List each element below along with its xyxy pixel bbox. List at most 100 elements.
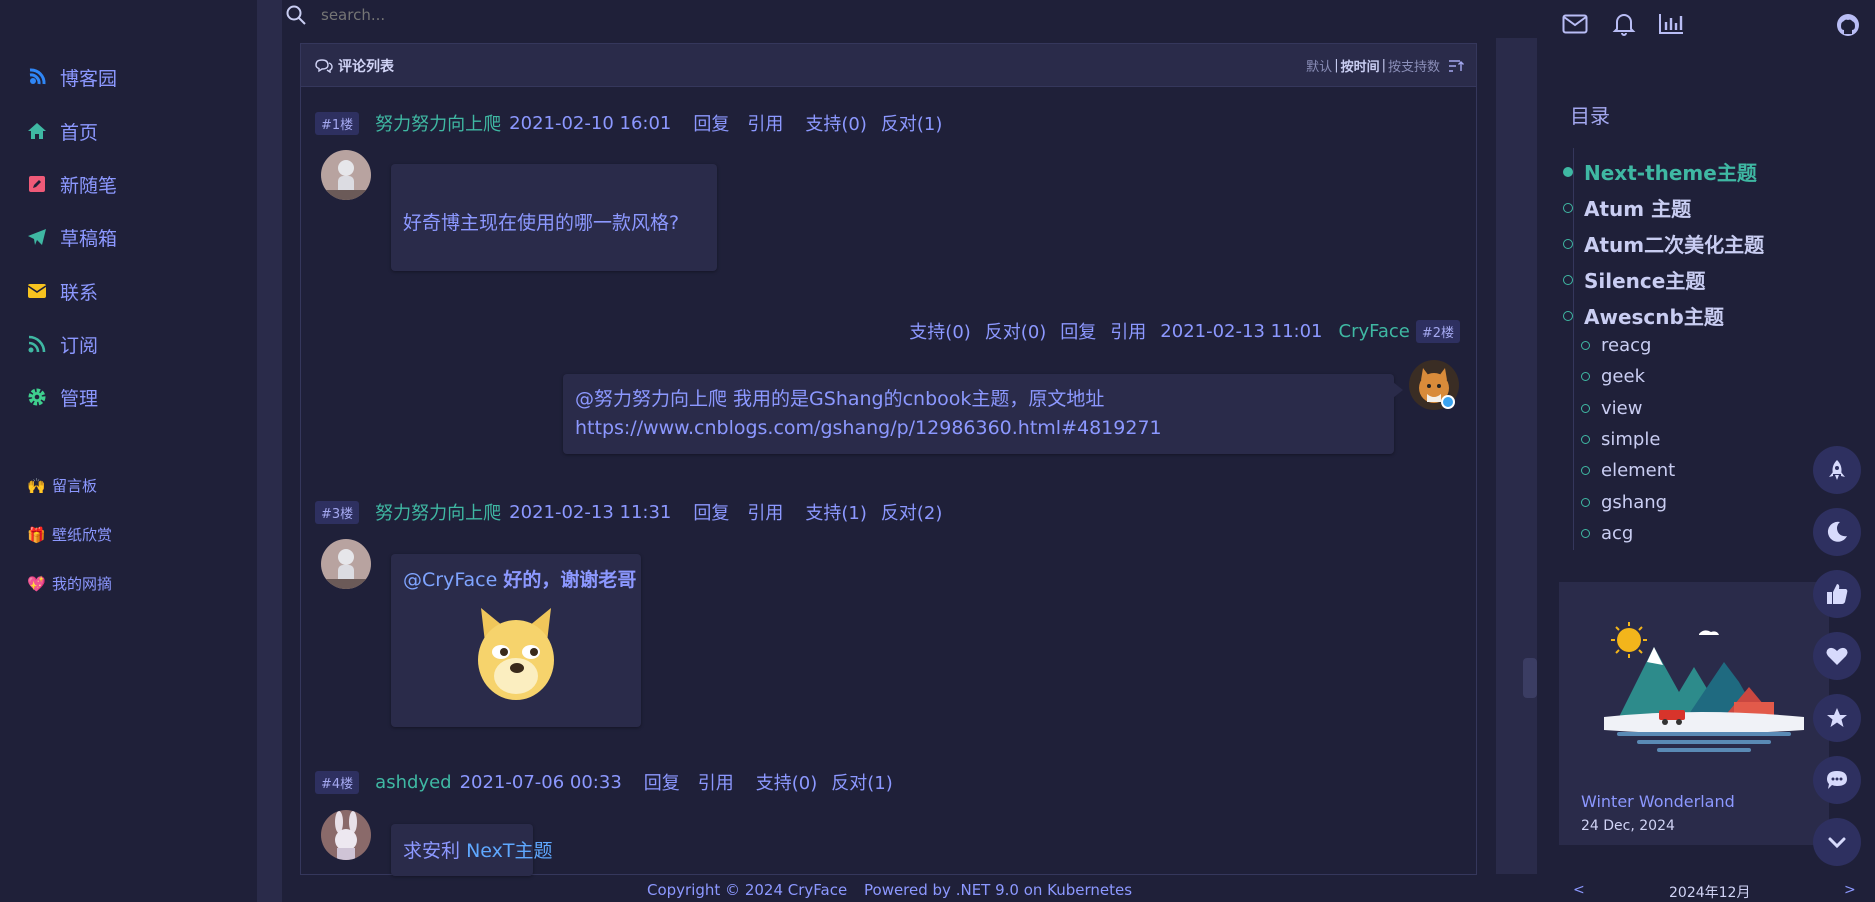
doge-emoji-icon <box>478 608 554 700</box>
sidebar-item-blog[interactable]: 博客园 <box>26 62 117 92</box>
comment-button[interactable] <box>1813 756 1861 804</box>
oppose-link[interactable]: 反对(0) <box>985 318 1047 344</box>
sort-icon[interactable] <box>1448 59 1464 73</box>
search-bar[interactable] <box>285 0 621 30</box>
toc-item[interactable]: Silence主题 <box>1563 265 1705 294</box>
avatar[interactable] <box>321 810 371 860</box>
blog-icon <box>26 66 48 88</box>
sidebar-item-label: 管理 <box>60 387 99 410</box>
search-input[interactable] <box>321 6 621 24</box>
support-link[interactable]: 支持(0) <box>909 318 971 344</box>
mail-icon[interactable] <box>1562 14 1588 34</box>
reply-link[interactable]: 回复 <box>693 110 729 136</box>
sidebar-item-new-post[interactable]: 新随笔 <box>26 169 117 199</box>
thumbs-up-icon <box>1827 584 1848 604</box>
sort-by-support[interactable]: 按支持数 <box>1388 56 1440 75</box>
reply-link[interactable]: 回复 <box>1060 318 1096 344</box>
oppose-link[interactable]: 反对(1) <box>831 769 893 795</box>
bell-icon[interactable] <box>1612 12 1636 36</box>
toc-item-label: Next-theme主题 <box>1584 161 1757 185</box>
avatar[interactable] <box>321 150 371 200</box>
sidebar-item-home[interactable]: 首页 <box>26 116 98 146</box>
support-link[interactable]: 支持(1) <box>805 499 867 525</box>
oppose-link[interactable]: 反对(2) <box>881 499 943 525</box>
toc-subitem[interactable]: acg <box>1581 523 1633 544</box>
quote-link[interactable]: 引用 <box>698 769 734 795</box>
comment-author[interactable]: 努力努力向上爬 <box>375 499 501 525</box>
toc-item[interactable]: Atum 主题 <box>1563 193 1691 222</box>
sidebar-item-subscribe[interactable]: 订阅 <box>26 329 98 359</box>
toc-item-label: Atum二次美化主题 <box>1584 233 1765 257</box>
comment-meta: #3楼 努力努力向上爬 2021-02-13 11:31 回复 引用 支持(1)… <box>315 499 942 525</box>
back-to-top-button[interactable] <box>1813 446 1861 494</box>
toc-subitem[interactable]: geek <box>1581 366 1645 387</box>
sort-by-time[interactable]: 按时间 <box>1341 56 1380 75</box>
floor-badge: #3楼 <box>315 500 360 524</box>
toc-subitem[interactable]: gshang <box>1581 492 1667 513</box>
reply-link[interactable]: 回复 <box>644 769 680 795</box>
calendar-prev-button[interactable]: < <box>1573 882 1585 898</box>
oppose-link[interactable]: 反对(1) <box>881 110 943 136</box>
calendar-next-button[interactable]: > <box>1844 882 1856 898</box>
rocket-icon <box>1829 460 1845 480</box>
sidebar-item-label: 订阅 <box>60 334 99 357</box>
bubble-arrow <box>1393 382 1403 398</box>
comment-text: 求安利 <box>403 840 461 862</box>
support-link[interactable]: 支持(0) <box>805 110 867 136</box>
toc-item[interactable]: Next-theme主题 <box>1563 157 1757 186</box>
reply-link[interactable]: 回复 <box>693 499 729 525</box>
sidebar-item-label: 博客园 <box>60 67 118 90</box>
support-link[interactable]: 支持(0) <box>756 769 818 795</box>
comment-header-title: 评论列表 <box>338 59 394 75</box>
chart-icon[interactable] <box>1658 13 1684 35</box>
toc-item[interactable]: Awescnb主题 <box>1563 301 1724 330</box>
quote-link[interactable]: 引用 <box>747 110 783 136</box>
toc-item-label: Silence主题 <box>1584 269 1706 293</box>
floor-badge: #1楼 <box>315 111 360 135</box>
toc-subitem[interactable]: element <box>1581 460 1675 481</box>
like-button[interactable] <box>1813 570 1861 618</box>
quote-link[interactable]: 引用 <box>747 499 783 525</box>
sidebar-item-bookmarks[interactable]: 💖 我的网摘 <box>27 573 112 594</box>
sidebar-item-drafts[interactable]: 草稿箱 <box>26 222 117 252</box>
sidebar-item-contact[interactable]: 联系 <box>26 276 98 306</box>
winter-card[interactable]: Winter Wonderland 24 Dec, 2024 <box>1559 582 1829 845</box>
toc-title: 目录 <box>1570 104 1610 128</box>
sort-default[interactable]: 默认 <box>1306 56 1332 75</box>
comment-mention[interactable]: @CryFace <box>403 569 497 591</box>
toc-item-label: Atum 主题 <box>1584 197 1692 221</box>
scrollbar-thumb[interactable] <box>1523 658 1537 698</box>
toc-subitem[interactable]: view <box>1581 398 1642 419</box>
winter-illustration-icon <box>1604 622 1804 752</box>
dark-mode-button[interactable] <box>1813 508 1861 556</box>
footer: Copyright © 2024 CryFace Powered by .NET… <box>647 881 1132 899</box>
sidebar-item-guestbook[interactable]: 🙌 留言板 <box>27 475 97 496</box>
comment-author[interactable]: 努力努力向上爬 <box>375 110 501 136</box>
github-icon[interactable] <box>1836 13 1860 37</box>
sidebar-item-label: 留言板 <box>52 477 98 495</box>
quote-link[interactable]: 引用 <box>1110 318 1146 344</box>
avatar[interactable] <box>321 539 371 589</box>
sidebar-item-label: 联系 <box>60 281 99 304</box>
scroll-down-button[interactable] <box>1813 818 1861 866</box>
comment-body: @CryFace 好的，谢谢老哥 <box>391 554 641 727</box>
toc-item[interactable]: Atum二次美化主题 <box>1563 229 1764 258</box>
comment-link[interactable]: NexT主题 <box>466 840 552 862</box>
star-button[interactable] <box>1813 694 1861 742</box>
heart-icon <box>1826 647 1848 665</box>
sidebar-item-label: 我的网摘 <box>52 575 113 593</box>
sidebar-item-manage[interactable]: 管理 <box>26 382 98 412</box>
toc-subitem[interactable]: simple <box>1581 429 1660 450</box>
toc-subitem[interactable]: reacg <box>1581 335 1651 356</box>
moon-icon <box>1827 521 1847 542</box>
comment-author[interactable]: ashdyed <box>375 772 451 793</box>
comments-icon <box>315 59 333 73</box>
comment-author[interactable]: CryFace <box>1339 321 1410 342</box>
comment-link[interactable]: https://www.cnblogs.com/gshang/p/1298636… <box>575 417 1162 439</box>
comment-date: 2021-02-13 11:01 <box>1160 320 1323 342</box>
sidebar-item-wallpaper[interactable]: 🎁 壁纸欣赏 <box>27 524 112 545</box>
toc-item-label: reacg <box>1601 335 1652 356</box>
favorite-button[interactable] <box>1813 632 1861 680</box>
search-icon <box>286 5 306 25</box>
gear-icon <box>26 386 48 408</box>
